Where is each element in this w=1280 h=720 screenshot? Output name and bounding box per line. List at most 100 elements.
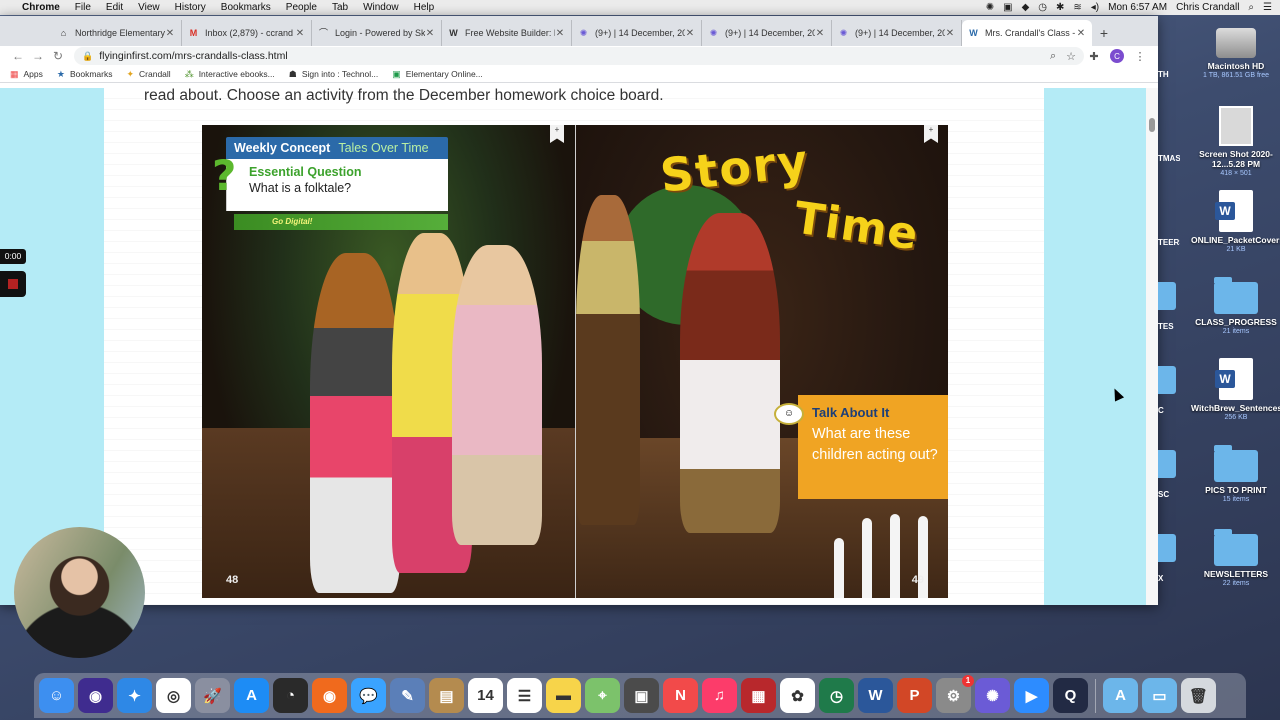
- scrollbar[interactable]: [1146, 88, 1158, 605]
- address-bar[interactable]: 🔒 flyinginfirst.com/mrs-crandalls-class.…: [74, 47, 1084, 65]
- menu-edit[interactable]: Edit: [106, 2, 123, 13]
- close-tab-icon[interactable]: ✕: [165, 28, 175, 39]
- spotlight-search-icon[interactable]: ⌕: [1248, 2, 1254, 13]
- desktop-newsletters[interactable]: NEWSLETTERS 22 items: [1191, 526, 1280, 588]
- chrome-icon[interactable]: ◎: [156, 678, 191, 713]
- bookmark-crandall[interactable]: ✦ Crandall: [126, 69, 170, 80]
- forward-icon[interactable]: →: [28, 49, 48, 63]
- bookmark-ribbon-icon[interactable]: +: [550, 125, 564, 143]
- close-tab-icon[interactable]: ✕: [815, 28, 825, 39]
- photos-icon[interactable]: ✿: [780, 678, 815, 713]
- close-tab-icon[interactable]: ✕: [685, 28, 695, 39]
- notes-icon[interactable]: ▬: [546, 678, 581, 713]
- trash-icon[interactable]: 🗑: [1181, 678, 1216, 713]
- desktop-folder-partial[interactable]: [1158, 282, 1176, 310]
- menu-history[interactable]: History: [175, 2, 206, 13]
- menu-file[interactable]: File: [75, 2, 91, 13]
- url-text[interactable]: flyinginfirst.com/mrs-crandalls-class.ht…: [99, 50, 287, 62]
- menu-bookmarks[interactable]: Bookmarks: [221, 2, 271, 13]
- maps-icon[interactable]: ⌖: [585, 678, 620, 713]
- close-tab-icon[interactable]: ✕: [425, 28, 435, 39]
- time-machine-icon[interactable]: ◷: [819, 678, 854, 713]
- tab-december-1[interactable]: ✺ (9+) | 14 December, 20 ✕: [572, 20, 702, 46]
- safari-icon[interactable]: ✦: [117, 678, 152, 713]
- bookmark-bookmarks[interactable]: ★ Bookmarks: [57, 69, 113, 80]
- desktop-witchbrew-sentences[interactable]: WitchBrew_Sentences 256 KB: [1191, 358, 1280, 422]
- applications-folder-icon[interactable]: A: [1103, 678, 1138, 713]
- screencastify-icon[interactable]: ✺: [975, 678, 1010, 713]
- menu-help[interactable]: Help: [414, 2, 435, 13]
- profile-avatar[interactable]: C: [1110, 49, 1124, 63]
- launchpad-icon[interactable]: 🚀: [195, 678, 230, 713]
- reminders-icon[interactable]: ☰: [507, 678, 542, 713]
- photo-booth-icon[interactable]: ▣: [624, 678, 659, 713]
- desktop-folder-partial[interactable]: [1158, 366, 1176, 394]
- extensions-icon[interactable]: ✚: [1084, 50, 1104, 63]
- close-tab-icon[interactable]: ✕: [295, 28, 305, 39]
- zoom-icon[interactable]: ⌕: [1050, 50, 1056, 63]
- finder-icon[interactable]: ☺: [39, 678, 74, 713]
- firefox-icon[interactable]: ◉: [312, 678, 347, 713]
- music-icon[interactable]: ♫: [702, 678, 737, 713]
- lock-icon[interactable]: 🔒: [82, 51, 93, 62]
- dropbox-icon[interactable]: ◆: [1022, 2, 1030, 13]
- menu-tab[interactable]: Tab: [332, 2, 348, 13]
- stop-recording-button[interactable]: [0, 271, 26, 297]
- bookmark-star-icon[interactable]: ☆: [1066, 50, 1076, 63]
- more-menu-icon[interactable]: ⋮: [1130, 50, 1150, 63]
- photo-viewer-icon[interactable]: ▦: [741, 678, 776, 713]
- menu-window[interactable]: Window: [363, 2, 399, 13]
- bookmark-sign-into-technology[interactable]: ☗ Sign into : Technol...: [289, 69, 378, 80]
- bluetooth-icon[interactable]: ✱: [1056, 2, 1064, 13]
- wifi-icon[interactable]: ≋: [1073, 2, 1081, 13]
- desktop-pics-to-print[interactable]: PICS TO PRINT 15 items: [1191, 442, 1280, 504]
- screencastify-status-icon[interactable]: ✺: [986, 2, 994, 13]
- clock[interactable]: Mon 6:57 AM: [1108, 2, 1167, 13]
- desktop-folder-partial[interactable]: [1158, 534, 1176, 562]
- menu-people[interactable]: People: [286, 2, 317, 13]
- notification-center-icon[interactable]: ☰: [1263, 2, 1272, 13]
- tab-login[interactable]: ⌒ Login - Powered by Sky ✕: [312, 20, 442, 46]
- menu-app-name[interactable]: Chrome: [22, 2, 60, 13]
- volume-icon[interactable]: ◂): [1091, 2, 1099, 13]
- page-viewport[interactable]: read about. Choose an activity from the …: [0, 88, 1158, 605]
- tab-gmail[interactable]: M Inbox (2,879) - ccrand ✕: [182, 20, 312, 46]
- tab-website-builder[interactable]: W Free Website Builder: B ✕: [442, 20, 572, 46]
- bookmark-elementary-online[interactable]: ▣ Elementary Online...: [392, 69, 483, 80]
- siri-icon[interactable]: ◉: [78, 678, 113, 713]
- reload-icon[interactable]: ↻: [48, 49, 68, 63]
- tab-december-3[interactable]: ✺ (9+) | 14 December, 20 ✕: [832, 20, 962, 46]
- desktop-class-progress[interactable]: CLASS_PROGRESS 21 items: [1191, 274, 1280, 336]
- news-icon[interactable]: N: [663, 678, 698, 713]
- bookmark-interactive-ebooks[interactable]: ⁂ Interactive ebooks...: [185, 69, 275, 80]
- close-tab-icon[interactable]: ✕: [1076, 28, 1086, 39]
- tab-northridge[interactable]: ⌂ Northridge Elementary ✕: [52, 20, 182, 46]
- zoom-icon[interactable]: ▶: [1014, 678, 1049, 713]
- time-machine-status-icon[interactable]: ◷: [1038, 2, 1047, 13]
- tab-mrs-crandalls-class[interactable]: W Mrs. Crandall's Class - ✕: [962, 20, 1092, 46]
- scrollbar-thumb[interactable]: [1149, 118, 1155, 132]
- word-icon[interactable]: W: [858, 678, 893, 713]
- desktop-screen-shot[interactable]: Screen Shot 2020-12...5.28 PM 418 × 501: [1191, 106, 1280, 178]
- notes-book-icon[interactable]: ▤: [429, 678, 464, 713]
- desktop-folder-partial[interactable]: [1158, 450, 1176, 478]
- calendar-icon[interactable]: 14: [468, 678, 503, 713]
- messages-icon[interactable]: 💬: [351, 678, 386, 713]
- close-tab-icon[interactable]: ✕: [555, 28, 565, 39]
- webcam-bubble[interactable]: [14, 527, 145, 658]
- desktop-macintosh-hd[interactable]: Macintosh HD 1 TB, 861.51 GB free: [1191, 22, 1280, 80]
- bookmark-apps[interactable]: ▦ Apps: [10, 69, 43, 80]
- quicktime-icon[interactable]: Q: [1053, 678, 1088, 713]
- system-preferences-icon[interactable]: ⚙ 1: [936, 675, 974, 713]
- downloads-folder-icon[interactable]: ▭: [1142, 678, 1177, 713]
- bookmark-ribbon-icon[interactable]: +: [924, 125, 938, 143]
- preview-icon[interactable]: ✎: [390, 678, 425, 713]
- menu-view[interactable]: View: [138, 2, 160, 13]
- user-name[interactable]: Chris Crandall: [1176, 2, 1239, 13]
- app-status-icon[interactable]: ▣: [1003, 2, 1012, 13]
- tab-december-2[interactable]: ✺ (9+) | 14 December, 20 ✕: [702, 20, 832, 46]
- dashboard-icon[interactable]: ◔: [273, 678, 308, 713]
- back-icon[interactable]: ←: [8, 49, 28, 63]
- new-tab-button[interactable]: +: [1092, 20, 1116, 46]
- powerpoint-icon[interactable]: P: [897, 678, 932, 713]
